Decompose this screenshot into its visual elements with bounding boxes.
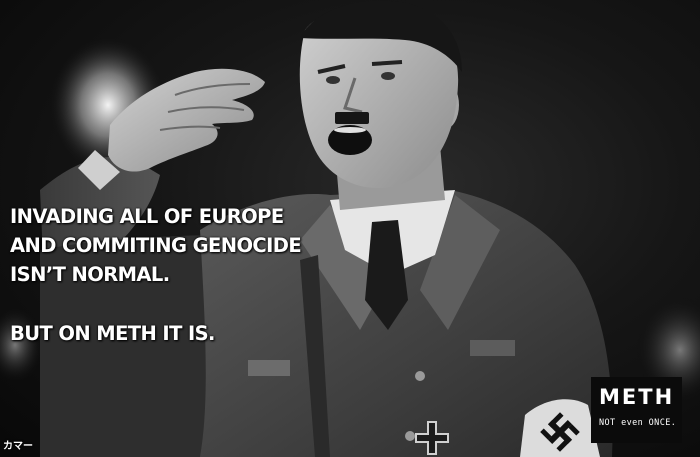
headline-text: INVADING ALL OF EUROPE AND COMMITING GEN…: [10, 202, 302, 289]
logo-wordmark: METH: [599, 385, 675, 409]
jacket-button: [415, 371, 425, 381]
watermark: カマー: [3, 441, 33, 452]
background-light-glow: [0, 305, 45, 385]
jacket-button: [405, 431, 415, 441]
eyebrow: [371, 60, 403, 66]
eye: [326, 76, 340, 84]
mustache: [335, 112, 369, 124]
logo-tagline: NOT even ONCE.: [599, 418, 677, 428]
teeth: [334, 127, 366, 133]
eye: [381, 72, 395, 80]
pocket-flap: [470, 340, 515, 356]
headline-line: ISN’T NORMAL.: [10, 263, 170, 286]
pocket-flap: [248, 360, 290, 376]
headline-line: INVADING ALL OF EUROPE: [10, 205, 284, 228]
meth-poster: INVADING ALL OF EUROPE AND COMMITING GEN…: [0, 0, 700, 457]
punchline-text: BUT ON METH IT IS.: [10, 322, 215, 345]
headline-line: AND COMMITING GENOCIDE: [10, 234, 302, 257]
meth-logo: METH NOT even ONCE.: [591, 377, 682, 443]
